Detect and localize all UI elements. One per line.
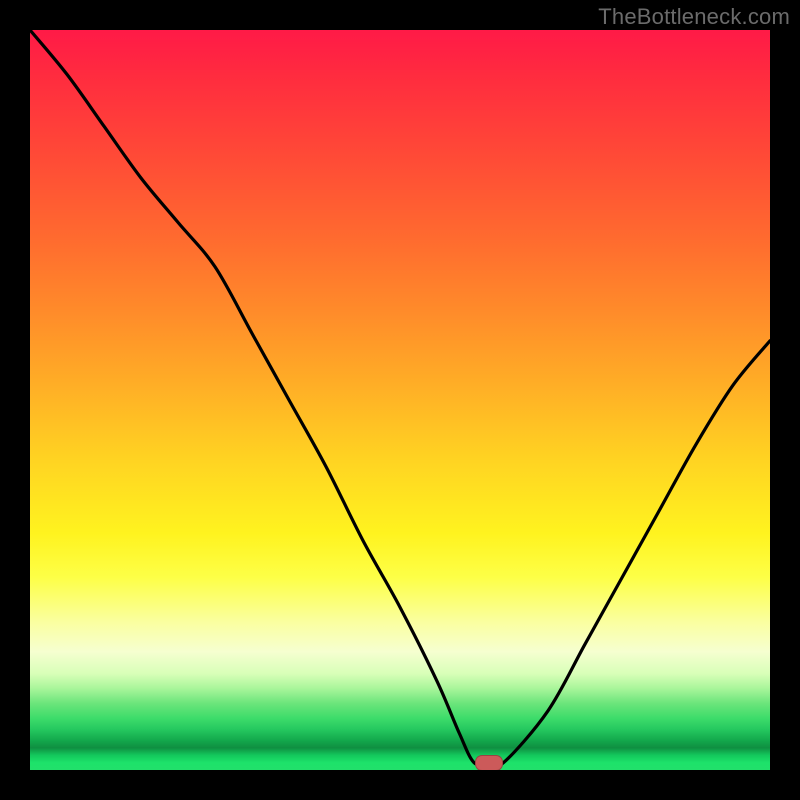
plot-area	[30, 30, 770, 770]
optimum-marker	[475, 755, 503, 770]
bottleneck-curve	[30, 30, 770, 770]
watermark-text: TheBottleneck.com	[598, 4, 790, 30]
chart-frame: TheBottleneck.com	[0, 0, 800, 800]
